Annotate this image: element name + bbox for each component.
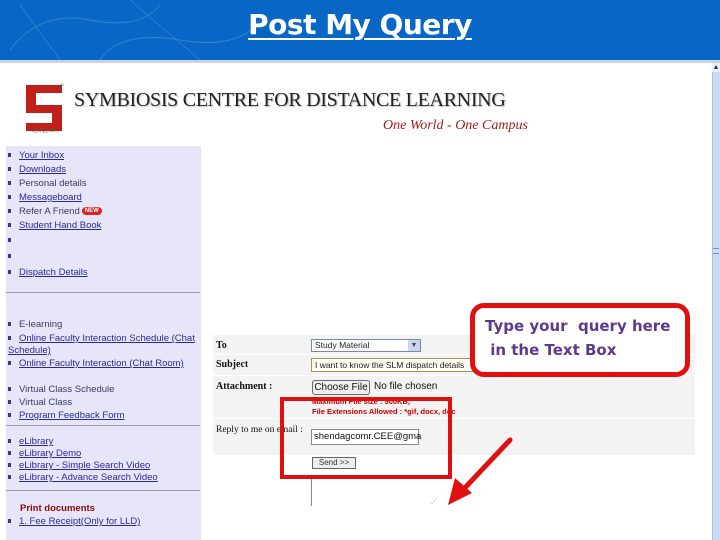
slide-title: Post My Query — [248, 8, 472, 41]
subject-label: Subject — [216, 359, 249, 370]
sidebar-divider — [6, 490, 200, 491]
sidebar-item-dispatch-details[interactable]: Dispatch Details — [8, 267, 88, 278]
choose-file-button[interactable]: Choose File — [312, 380, 370, 395]
callout-text: Type your query here in the Text Box — [485, 317, 671, 359]
sidebar-item-personal-details[interactable]: Personal details — [8, 178, 87, 189]
logo-caption: वसुधैव कुटुम्बकम् — [31, 128, 57, 133]
bullet-icon — [8, 475, 11, 480]
bullet-icon — [8, 181, 11, 186]
new-badge: NEW — [81, 207, 102, 216]
bullet-icon — [8, 209, 11, 214]
bullet-icon — [8, 439, 11, 444]
sidebar-item-advance-search-video[interactable]: eLibrary - Advance Search Video — [8, 472, 158, 483]
bullet-icon — [8, 195, 11, 200]
bullet-icon — [8, 322, 11, 327]
instruction-callout: Type your query here in the Text Box — [470, 303, 690, 377]
to-select[interactable]: Study Material ▼ — [311, 339, 421, 352]
slide-header: Post My Query — [0, 0, 720, 60]
sidebar-item-chat-room[interactable]: Online Faculty Interaction (Chat Room) — [8, 358, 198, 370]
file-status: No file chosen — [374, 381, 438, 392]
sidebar-item-empty-2 — [8, 251, 19, 262]
sidebar-item-elibrary[interactable]: eLibrary — [8, 436, 53, 447]
bullet-icon — [8, 223, 11, 228]
sidebar-item-downloads[interactable]: Downloads — [8, 164, 66, 175]
sidebar-divider — [6, 425, 200, 426]
brand-tagline: One World - One Campus — [383, 118, 528, 133]
chevron-down-icon[interactable]: ▼ — [408, 340, 420, 351]
bullet-icon — [8, 254, 11, 259]
sidebar-menu: Your Inbox Downloads Personal details Me… — [6, 146, 201, 540]
vertical-scrollbar[interactable]: ▲ — [712, 63, 720, 540]
bullet-icon — [8, 463, 11, 468]
resize-grip-icon[interactable]: ⋰ — [431, 498, 437, 505]
sidebar-item-student-handbook[interactable]: Student Hand Book — [8, 220, 101, 231]
sidebar-divider — [6, 292, 200, 293]
sidebar-item-virtual-class[interactable]: Virtual Class — [8, 397, 72, 408]
scroll-up-arrow-icon[interactable]: ▲ — [712, 63, 720, 72]
sidebar-item-elibrary-demo[interactable]: eLibrary Demo — [8, 448, 81, 459]
bullet-icon — [8, 167, 11, 172]
bullet-icon — [8, 238, 11, 243]
sidebar-item-chat-schedule[interactable]: Online Faculty Interaction Schedule (Cha… — [8, 333, 198, 357]
sidebar-item-simple-search-video[interactable]: eLibrary - Simple Search Video — [8, 460, 150, 471]
bullet-icon — [8, 270, 11, 275]
bullet-icon — [8, 336, 11, 341]
sidebar-item-virtual-class-schedule[interactable]: Virtual Class Schedule — [8, 384, 114, 395]
sidebar-item-messageboard[interactable]: Messageboard — [8, 192, 82, 203]
attachment-label: Attachment : — [216, 381, 273, 392]
textbox-highlight — [280, 397, 452, 479]
sidebar-item-empty-1 — [8, 235, 19, 246]
scroll-thumb-grip[interactable] — [713, 248, 719, 254]
bullet-icon — [8, 519, 11, 524]
sidebar-item-refer-friend[interactable]: Refer A Friend NEW — [8, 206, 102, 217]
query-textarea[interactable]: ⋰ — [311, 478, 439, 506]
to-label: To — [216, 340, 227, 351]
sidebar-item-feedback-form[interactable]: Program Feedback Form — [8, 410, 125, 421]
brand-name: SYMBIOSIS CENTRE FOR DISTANCE LEARNING — [74, 89, 506, 111]
sidebar-heading-elearning: E-learning — [8, 319, 62, 330]
bullet-icon — [8, 361, 11, 366]
sidebar-item-inbox[interactable]: Your Inbox — [8, 150, 64, 161]
bullet-icon — [8, 451, 11, 456]
bullet-icon — [8, 400, 11, 405]
sidebar-item-fee-receipt[interactable]: 1. Fee Receipt(Only for LLD) — [8, 516, 140, 527]
print-documents-heading: Print documents — [20, 503, 95, 514]
bullet-icon — [8, 387, 11, 392]
bullet-icon — [8, 413, 11, 418]
bullet-icon — [8, 153, 11, 158]
